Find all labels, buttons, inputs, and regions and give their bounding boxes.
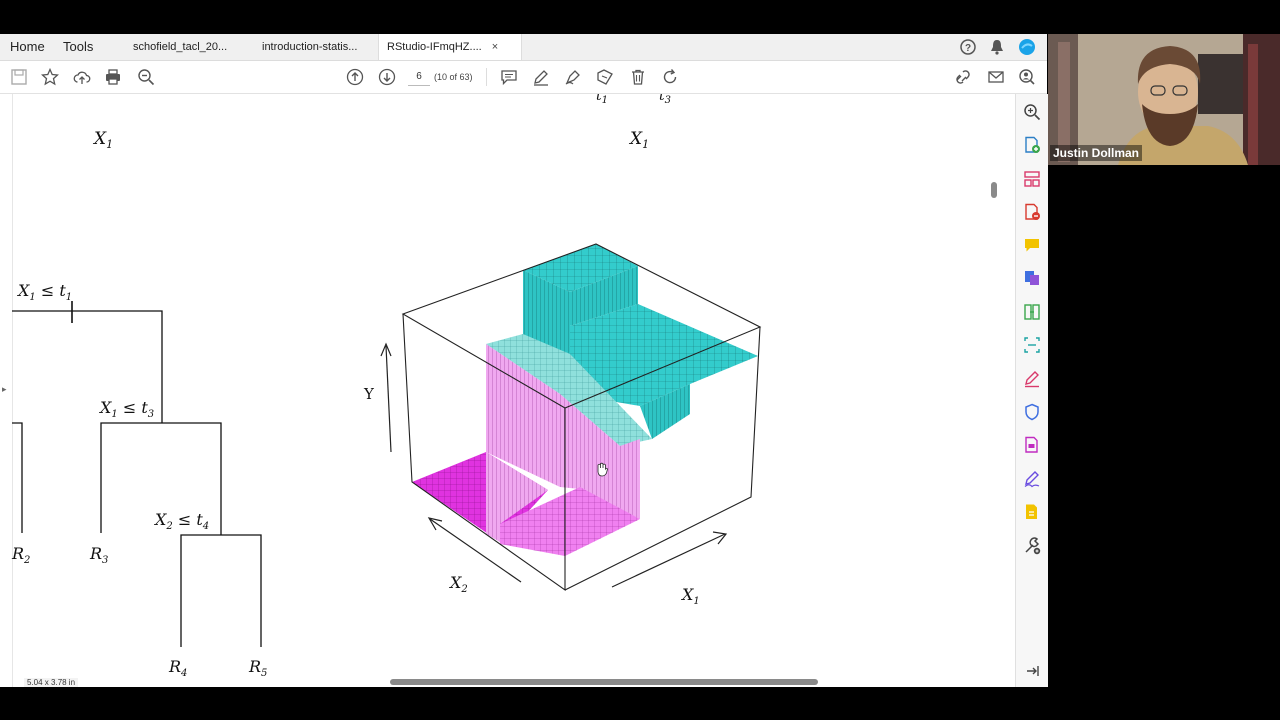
previous-page-icon[interactable] — [346, 68, 364, 86]
bell-icon[interactable] — [988, 38, 1006, 56]
split-x1-t1-label: X1 ≤ t1 — [16, 281, 72, 303]
horizontal-scroll-thumb[interactable] — [390, 679, 818, 685]
page-number-input[interactable]: 6 — [408, 69, 430, 86]
create-pdf-icon[interactable] — [1023, 136, 1041, 154]
toolbar: 6 (10 of 63) — [0, 61, 1047, 94]
clipped-t3-label: t3 — [659, 94, 671, 106]
menu-home[interactable]: Home — [10, 34, 45, 60]
surface-top-x1-label: X1 — [628, 129, 649, 151]
bookmark-star-icon[interactable] — [40, 67, 60, 86]
export-pdf-icon[interactable] — [1023, 203, 1041, 221]
organize-pages-icon[interactable] — [1023, 170, 1041, 188]
save-icon[interactable] — [10, 68, 28, 86]
email-icon[interactable] — [987, 68, 1005, 86]
document-page[interactable]: t1 t3 X1 X1 X1 ≤ t1 X1 ≤ t3 X2 ≤ t4 R2 R… — [0, 94, 1001, 687]
tab-rstudio-label: RStudio-IFmqHZ.... — [387, 41, 482, 53]
toolbar-divider — [486, 68, 487, 86]
fill-sign-icon[interactable] — [1023, 370, 1041, 388]
x1-axis-label: X1 — [680, 585, 700, 607]
compare-files-icon[interactable] — [1023, 303, 1041, 321]
highlight-pen-icon[interactable] — [532, 68, 550, 86]
tab-rstudio[interactable]: RStudio-IFmqHZ.... × — [378, 34, 522, 60]
clipped-t1-label: t1 — [596, 94, 608, 106]
pdf-viewer-window: Home Tools schofield_tacl_20... introduc… — [0, 34, 1048, 687]
zoom-out-icon[interactable] — [137, 68, 155, 86]
close-icon[interactable]: × — [492, 41, 498, 53]
tab-bar: Home Tools schofield_tacl_20... introduc… — [0, 34, 1047, 61]
split-x2-t4-label: X2 ≤ t4 — [153, 510, 209, 532]
svg-text:?: ? — [965, 43, 971, 54]
menu-tools[interactable]: Tools — [63, 34, 93, 60]
tab-schofield[interactable]: schofield_tacl_20... — [133, 34, 227, 60]
combine-files-icon[interactable] — [1023, 269, 1041, 287]
leaf-r5-label: R5 — [248, 657, 267, 679]
edit-text-icon[interactable] — [596, 68, 614, 86]
vertical-scrollbar[interactable] — [988, 94, 1001, 687]
stamp-icon[interactable] — [1023, 503, 1041, 521]
page-size-status: 5.04 x 3.78 in — [24, 678, 79, 687]
page-count: (10 of 63) — [434, 72, 473, 82]
search-icon[interactable] — [1023, 103, 1041, 121]
share-link-icon[interactable] — [954, 68, 972, 86]
figure-canvas: t1 t3 X1 X1 X1 ≤ t1 X1 ≤ t3 X2 ≤ t4 R2 R… — [11, 94, 762, 679]
protect-shield-icon[interactable] — [1023, 403, 1041, 421]
split-x1-t3-label: X1 ≤ t3 — [98, 398, 154, 420]
x2-axis-label: X2 — [448, 573, 468, 595]
upload-cloud-icon[interactable] — [73, 68, 91, 86]
more-tools-icon[interactable] — [1023, 537, 1041, 555]
comment-tool-icon[interactable] — [1023, 236, 1041, 254]
draw-icon[interactable] — [564, 68, 582, 86]
collapse-sidebar-icon[interactable] — [1023, 662, 1041, 680]
scan-ocr-icon[interactable] — [1023, 336, 1041, 354]
prepare-form-icon[interactable] — [1023, 436, 1041, 454]
tab-introduction-statistics[interactable]: introduction-statis... — [262, 34, 357, 60]
print-icon[interactable] — [104, 68, 122, 86]
tools-sidebar — [1015, 94, 1048, 687]
request-signature-icon[interactable] — [1023, 470, 1041, 488]
vertical-scroll-thumb[interactable] — [991, 182, 997, 198]
leaf-r4-label: R4 — [168, 657, 187, 679]
participant-name: Justin Dollman — [1050, 145, 1143, 161]
rotate-icon[interactable] — [661, 68, 679, 86]
leaf-r3-label: R3 — [89, 544, 108, 566]
partition-x1-label: X1 — [92, 129, 113, 151]
comment-icon[interactable] — [500, 68, 518, 86]
decision-tree — [12, 301, 262, 647]
account-search-icon[interactable] — [1018, 68, 1036, 86]
y-axis-label: Y — [363, 385, 375, 403]
profile-avatar-icon[interactable] — [1018, 38, 1036, 56]
expand-left-panel-icon[interactable]: ▸ — [2, 384, 7, 395]
delete-icon[interactable] — [629, 68, 647, 86]
leaf-r2-label: R2 — [11, 544, 30, 566]
help-icon[interactable]: ? — [959, 38, 977, 56]
next-page-icon[interactable] — [378, 68, 396, 86]
